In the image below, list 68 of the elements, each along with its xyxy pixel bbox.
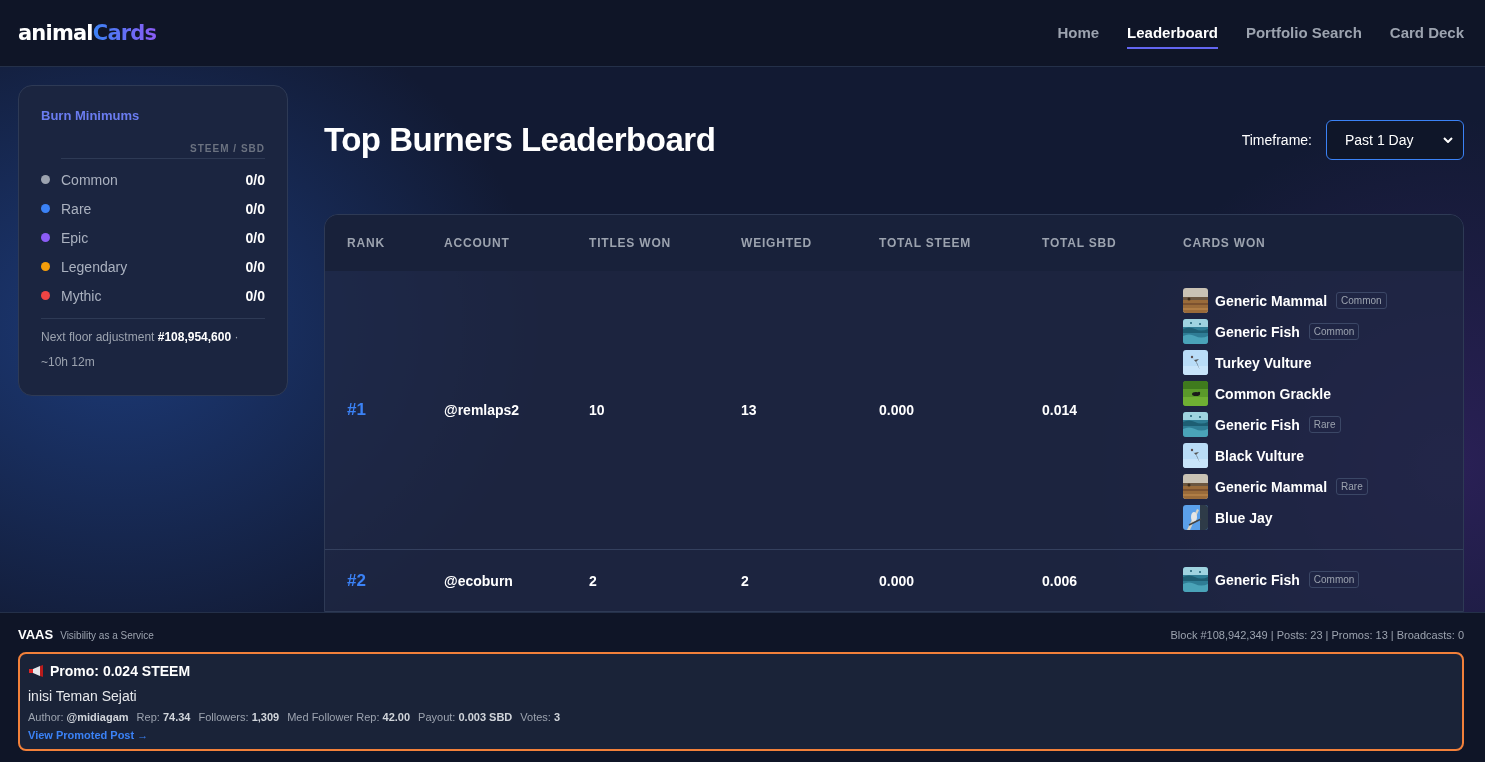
card-name: Generic Fish (1215, 323, 1300, 340)
view-post-link[interactable]: View Promoted Post → (28, 729, 149, 741)
table-cell-text: 10 (589, 402, 606, 418)
card-title: Burn Minimums (41, 108, 141, 123)
caret-icon (1443, 137, 1453, 143)
column-header: TOTAL SBD (1042, 236, 1118, 250)
status-text: Block #108,942,349 | Posts: 23 | Promos: 13 | Broadcasts: 0 (1170, 628, 1464, 641)
rarity-value: 0/0 (245, 258, 265, 275)
nav-link[interactable]: Card Deck (1389, 17, 1464, 49)
card-name: Generic Mammal (1215, 292, 1328, 309)
promo-title: Promo: 0.024 STEEM (50, 663, 191, 679)
nav-link[interactable]: Portfolio Search (1245, 17, 1362, 49)
rarity-tag: Common (1308, 323, 1360, 340)
rarity-value: 0/0 (245, 287, 265, 304)
vaas-tagline: Visibility as a Service (60, 630, 154, 641)
card-name: Generic Fish (1215, 571, 1300, 588)
logo[interactable]: animalCards (18, 21, 157, 45)
card-name: Blue Jay (1215, 509, 1273, 526)
column-header: ACCOUNT (444, 236, 511, 250)
rarity-value: 0/0 (245, 200, 265, 217)
card-name: Turkey Vulture (1215, 354, 1312, 371)
rank-cell-text: #1 (347, 400, 367, 420)
table-cell-text: 0.000 (879, 572, 916, 589)
account-cell-text: @ecoburn (444, 572, 514, 589)
timeframe-select[interactable]: Past 1 Day (1326, 120, 1464, 160)
rarity-tag: Common (1336, 292, 1387, 309)
post-meta: Author: @midiagam (28, 711, 129, 723)
post-title: inisi Teman Sejati (28, 688, 138, 704)
card-name: Generic Fish (1215, 416, 1300, 433)
column-header: WEIGHTED (741, 236, 814, 250)
nav-link[interactable]: Leaderboard (1127, 17, 1218, 49)
page-title: Top Burners Leaderboard (324, 121, 716, 159)
table-cell-text: 2 (741, 572, 750, 589)
table-cell-text: 0.000 (879, 402, 916, 418)
column-header: TOTAL STEEM (879, 236, 973, 250)
rarity-name: Epic (61, 229, 90, 246)
vaas-title: VAAS (18, 627, 54, 642)
timeframe-label: Timeframe: (1241, 132, 1312, 148)
nav-link[interactable]: Home (1057, 17, 1100, 49)
rank-cell-text: #2 (347, 570, 367, 591)
post-meta: Followers: 1,309 (198, 711, 280, 723)
table-cell-text: 13 (741, 402, 758, 418)
post-meta: Votes: 3 (520, 711, 561, 723)
rarity-name: Mythic (61, 287, 103, 304)
megaphone-icon (28, 665, 44, 677)
rarity-tag: Common (1308, 571, 1360, 588)
account-cell-text: @remlaps2 (444, 402, 521, 418)
table-cell-text: 0.014 (1042, 402, 1079, 418)
post-meta: Payout: 0.003 SBD (418, 711, 513, 723)
rarity-tag: Rare (1308, 416, 1341, 433)
post-meta: Rep: 74.34 (136, 711, 191, 723)
floor-adjustment-note: Next floor adjustment #108,954,600 · ~10h 12m (41, 329, 240, 371)
rarity-name: Legendary (61, 258, 129, 275)
column-header: TITLES WON (589, 236, 672, 250)
column-header: RANK (347, 236, 386, 250)
card-name: Black Vulture (1215, 447, 1304, 464)
card-name: Generic Mammal (1215, 478, 1328, 495)
card-name: Common Grackle (1215, 385, 1331, 402)
table-cell-text: 0.006 (1042, 572, 1079, 589)
rarity-name: Common (61, 171, 119, 188)
rarity-value: 0/0 (245, 229, 265, 246)
post-meta: Med Follower Rep: 42.00 (287, 711, 411, 723)
rarity-value: 0/0 (245, 171, 265, 188)
rarity-tag: Rare (1336, 478, 1368, 495)
column-header: STEEM / SBD (61, 143, 265, 159)
table-cell-text: 2 (589, 572, 598, 589)
rarity-name: Rare (61, 200, 93, 217)
column-header: CARDS WON (1183, 236, 1267, 250)
